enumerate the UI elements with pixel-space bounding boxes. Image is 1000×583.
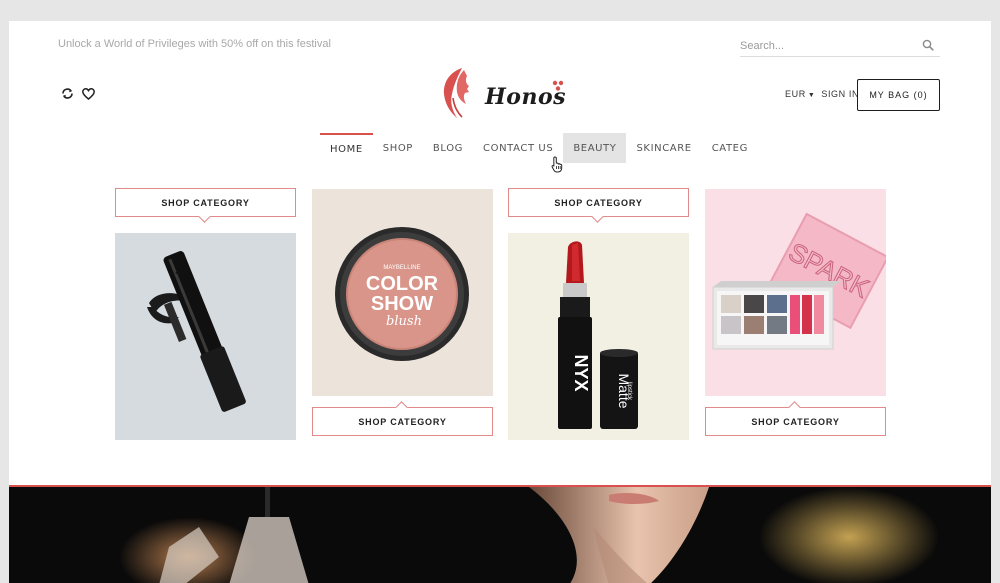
logo-face-icon [443,68,469,118]
lipstick-image: NYX Matte lipstick [558,241,638,429]
main-nav: HOME SHOP BLOG CONTACT US BEAUTY SKINCAR… [320,133,758,163]
caret-down-icon: ▼ [807,92,816,99]
shop-category-button[interactable]: SHOP CATEGORY [115,188,296,223]
svg-text:blush: blush [386,314,422,329]
category-image-mascara[interactable] [115,233,296,440]
svg-text:SHOW: SHOW [371,293,433,315]
logo[interactable]: Honos [440,66,570,121]
search-icon[interactable] [922,39,934,51]
svg-text:MAYBELLINE: MAYBELLINE [383,265,420,271]
search-input[interactable] [740,38,910,52]
nav-item-categ[interactable]: CATEG [702,133,758,163]
logo-dots-icon [552,80,564,91]
category-image-blush[interactable]: MAYBELLINE COLOR SHOW blush [312,189,493,396]
shop-category-button[interactable]: SHOP CATEGORY [508,188,689,223]
promo-text: Unlock a World of Privileges with 50% of… [58,38,331,50]
svg-text:lipstick: lipstick [626,382,632,401]
hero-banner-image [119,487,939,583]
eyeshadow-palette-image: SPARK [712,212,886,350]
wishlist-heart-icon[interactable] [82,87,95,100]
svg-text:NYX: NYX [571,354,591,391]
sign-in-link[interactable]: SIGN IN [821,89,859,99]
nav-item-blog[interactable]: BLOG [423,133,473,163]
blush-compact-image: MAYBELLINE COLOR SHOW blush [335,227,469,361]
currency-selector[interactable]: EUR ▼ [785,89,815,99]
shop-category-button[interactable]: SHOP CATEGORY [312,401,493,436]
category-image-palette[interactable]: SPARK [705,189,886,396]
category-image-lipstick[interactable]: NYX Matte lipstick [508,233,689,440]
account-links: EUR ▼ SIGN IN [785,89,859,99]
nav-item-home[interactable]: HOME [320,133,373,163]
search-box[interactable] [740,36,940,57]
shop-category-button[interactable]: SHOP CATEGORY [705,401,886,436]
hand-cursor-icon [551,156,563,173]
page: Unlock a World of Privileges with 50% of… [9,21,991,583]
nav-item-beauty[interactable]: BEAUTY [563,133,627,163]
utility-icons [61,87,95,100]
hero-banner [9,485,991,583]
compare-icon[interactable] [61,87,74,100]
nav-item-contact-us[interactable]: CONTACT US [473,133,563,163]
mascara-image [147,251,246,412]
nav-item-skincare[interactable]: SKINCARE [626,133,701,163]
svg-text:COLOR: COLOR [366,273,439,295]
my-bag-button[interactable]: MY BAG (0) [857,79,940,111]
nav-item-shop[interactable]: SHOP [373,133,423,163]
